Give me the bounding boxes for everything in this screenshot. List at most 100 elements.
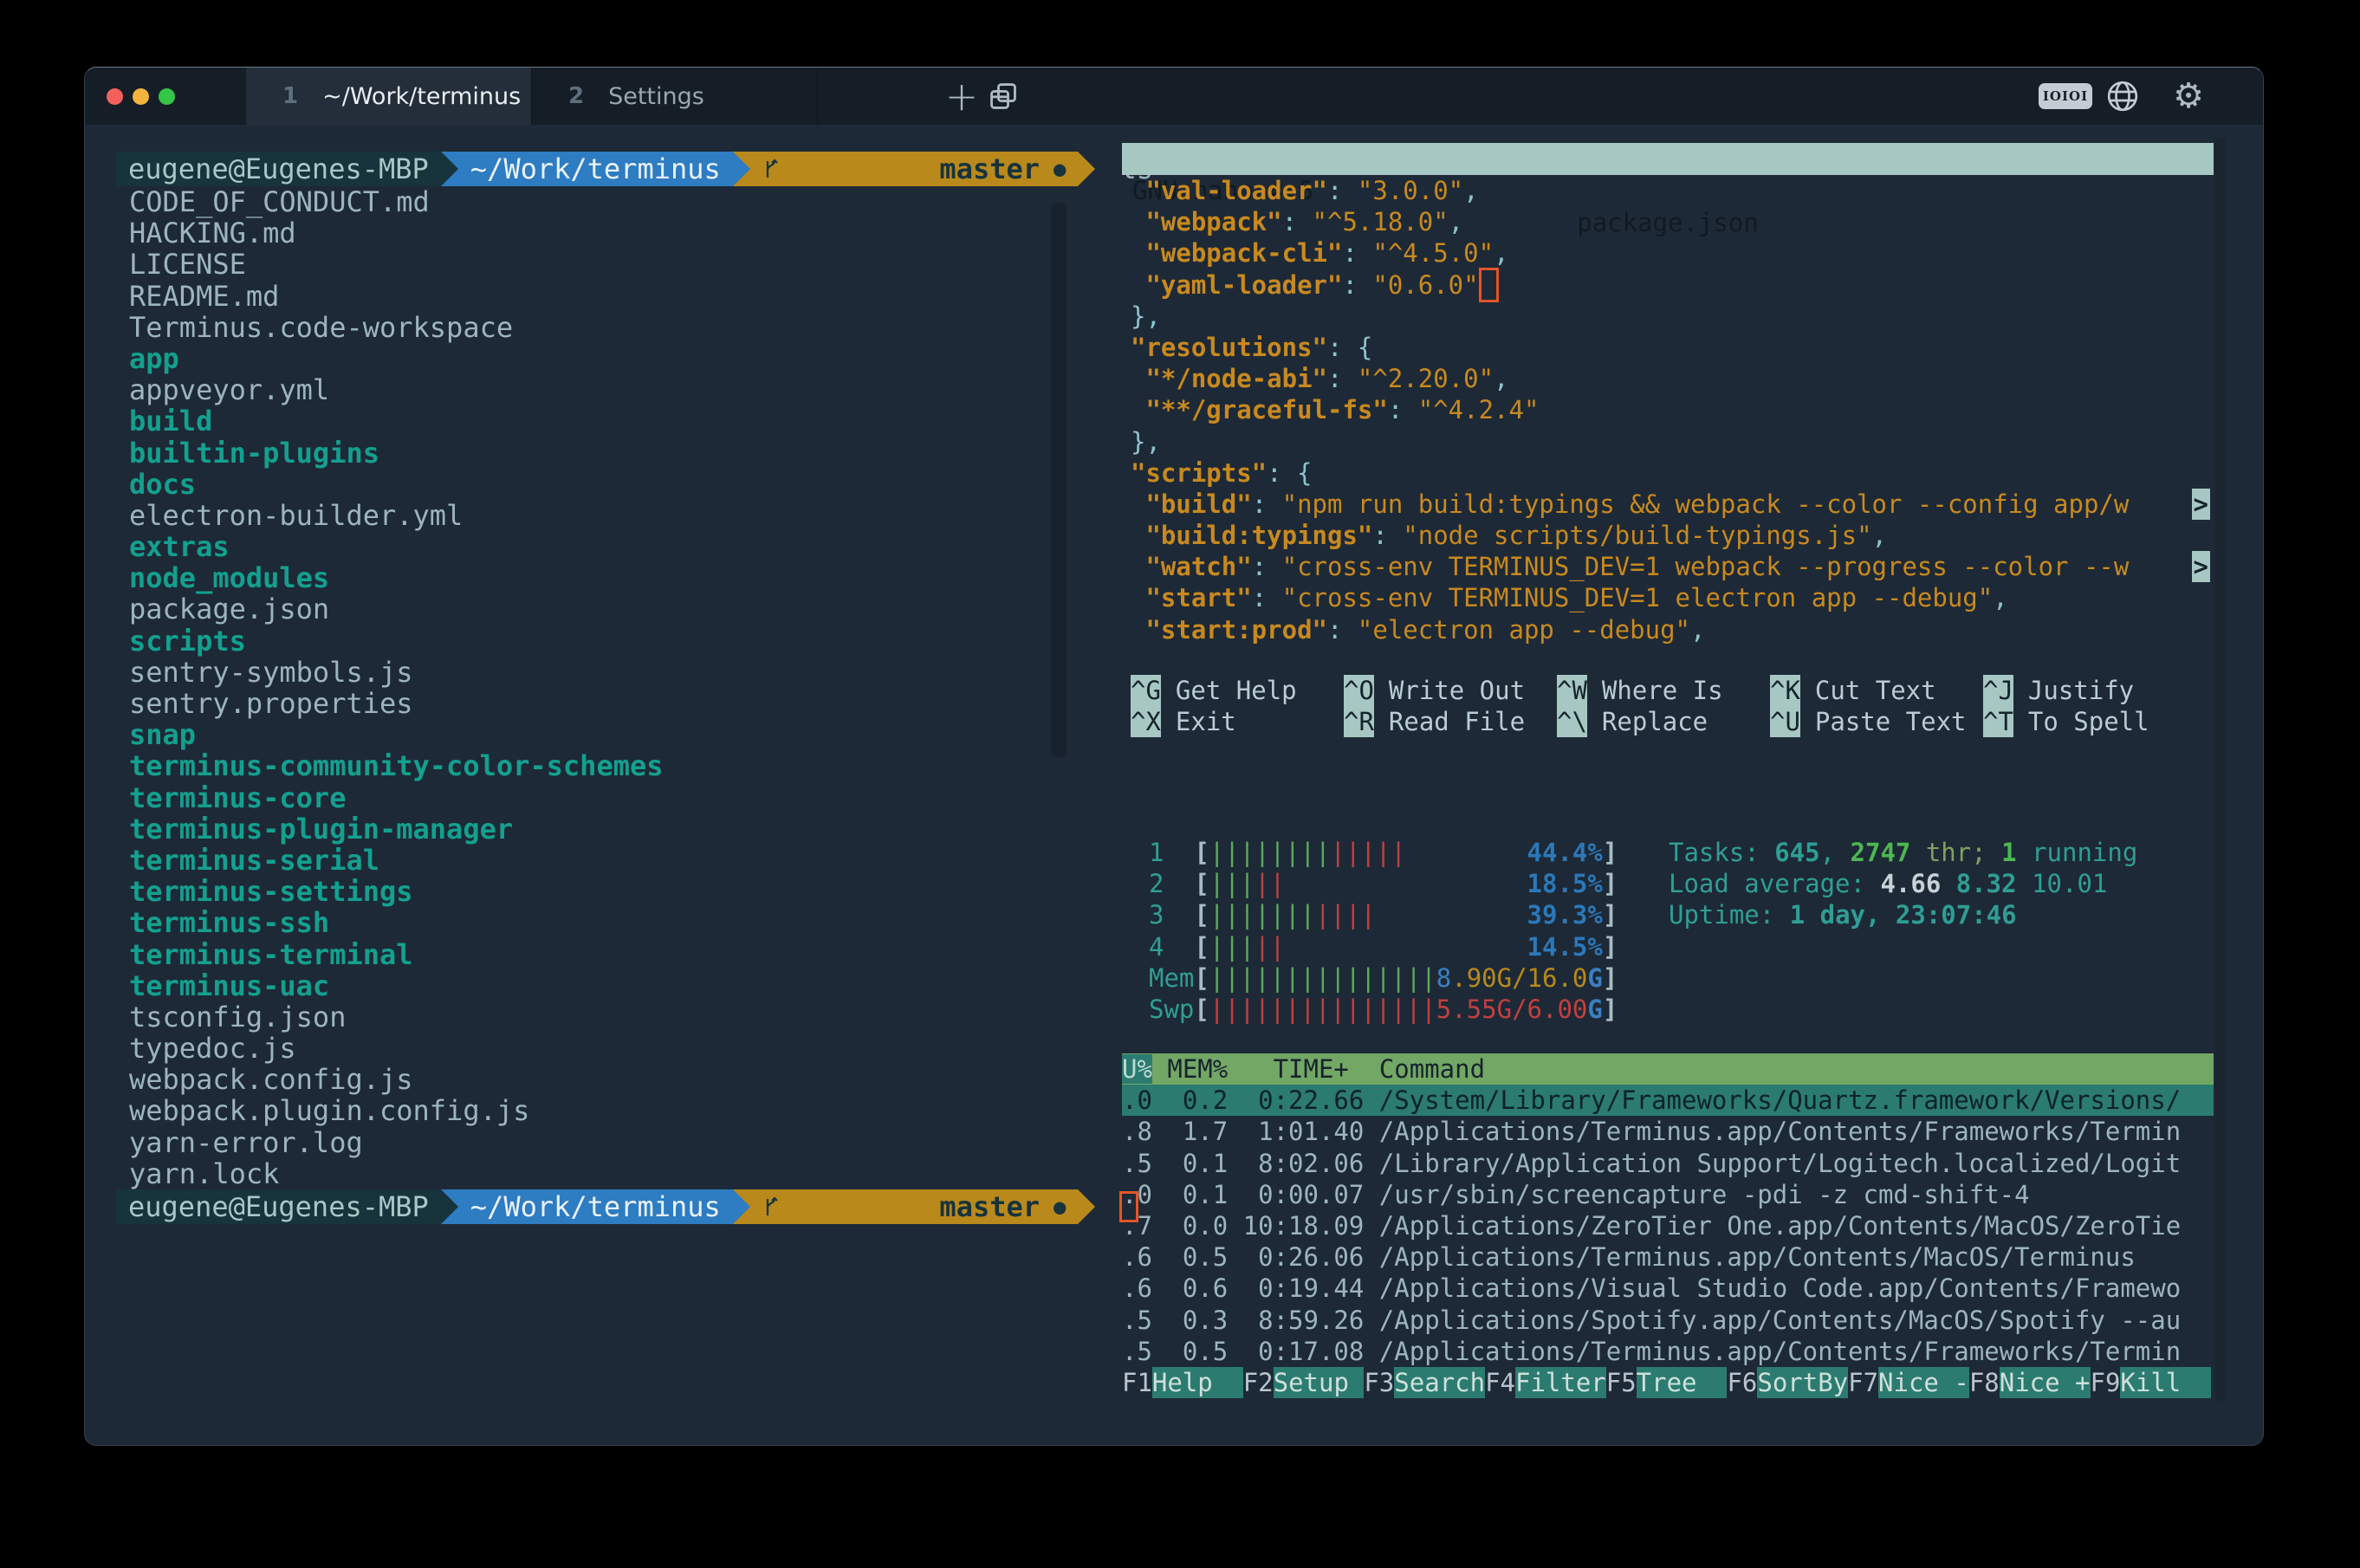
ls-entry: yarn.lock [129, 1158, 664, 1189]
ls-entry: terminus-community-color-schemes [129, 750, 664, 781]
shortcut-label: Write Out [1389, 675, 1525, 706]
process-row[interactable]: .6 0.5 0:26.06 /Applications/Terminus.ap… [1122, 1241, 2214, 1273]
prompt-user-host: eugene@Eugenes-MBP [116, 152, 441, 186]
htop-fkey[interactable]: F8 Nice + [1969, 1367, 2091, 1398]
htop-fkey[interactable]: F2 Setup [1243, 1367, 1365, 1398]
sort-column-header[interactable]: U% [1122, 1054, 1152, 1084]
ls-entry: terminus-serial [129, 845, 664, 876]
process-row[interactable]: .5 0.3 8:59.26 /Applications/Spotify.app… [1122, 1305, 2214, 1336]
htop-fkey[interactable]: F5 Tree [1606, 1367, 1728, 1398]
htop-fkey[interactable]: F7 Nice - [1848, 1367, 1969, 1398]
fkey-label: Setup [1274, 1367, 1365, 1398]
nano-shortcut[interactable]: ^G Get Help [1131, 675, 1344, 706]
ls-entry: appveyor.yml [129, 374, 664, 405]
prompt-user-host: eugene@Eugenes-MBP [116, 1189, 441, 1224]
nano-shortcut[interactable]: ^O Write Out [1344, 675, 1557, 706]
zoom-button[interactable] [159, 88, 175, 105]
htop-fkey[interactable]: F1 Help [1122, 1367, 1243, 1398]
tab-title: Settings [608, 83, 704, 110]
ls-entry: docs [129, 469, 664, 500]
close-button[interactable] [107, 88, 123, 105]
minimize-button[interactable] [133, 88, 149, 105]
ls-entry: electron-builder.yml [129, 500, 664, 531]
process-row[interactable]: .7 0.0 10:18.09 /Applications/ZeroTier O… [1122, 1210, 2214, 1241]
tab[interactable]: 1 ~/Work/terminus [246, 68, 532, 125]
ls-entry: build [129, 405, 664, 437]
ls-entry: snap [129, 719, 664, 750]
htop-fkey[interactable]: F4 Filter [1485, 1367, 1606, 1398]
shortcut-key: ^K [1770, 675, 1800, 706]
nano-shortcut[interactable]: ^U Paste Text [1770, 706, 1983, 737]
shell-prompt: eugene@Eugenes-MBP ~/Work/terminus maste… [116, 152, 1153, 186]
shortcut-label: Paste Text [1815, 706, 1967, 737]
ls-entry: sentry-symbols.js [129, 657, 664, 688]
fkey-label: Help [1152, 1367, 1243, 1398]
nano-shortcut[interactable]: ^R Read File [1344, 706, 1557, 737]
nano-shortcut[interactable]: ^T To Spell [1983, 706, 2196, 737]
fkey-number: F2 [1243, 1367, 1274, 1398]
process-row[interactable]: .0 0.1 0:00.07 /usr/sbin/screencapture -… [1122, 1179, 2214, 1210]
serial-port-button[interactable]: IOIOI [2039, 83, 2092, 109]
ls-entry: terminus-terminal [129, 939, 664, 970]
process-row[interactable]: .0 0.2 0:22.66 /System/Library/Framework… [1122, 1085, 2214, 1116]
htop-fkey[interactable]: F3 Search [1364, 1367, 1485, 1398]
shortcut-key: ^X [1131, 706, 1161, 737]
web-button[interactable] [2104, 77, 2142, 115]
nano-shortcut[interactable]: ^X Exit [1131, 706, 1344, 737]
ls-entry: scripts [129, 625, 664, 657]
nano-shortcut-bar: ^G Get Help ^O Write Out ^W Where Is [1131, 675, 2196, 737]
htop-fkey[interactable]: F6 SortBy [1727, 1367, 1848, 1398]
powerline-chevron [1078, 1189, 1095, 1224]
fkey-number: F3 [1364, 1367, 1394, 1398]
fkey-label: Search [1394, 1367, 1485, 1398]
nano-shortcut[interactable]: ^\ Replace [1557, 706, 1770, 737]
shortcut-key: ^T [1983, 706, 2013, 737]
ls-entry: yarn-error.log [129, 1127, 664, 1158]
nano-shortcut[interactable]: ^K Cut Text [1770, 675, 1983, 706]
process-row[interactable]: .5 0.5 0:17.08 /Applications/Terminus.ap… [1122, 1336, 2214, 1367]
prompt-path: ~/Work/terminus [458, 152, 733, 186]
fkey-number: F9 [2091, 1367, 2121, 1398]
prompt-git-segment: master● [750, 1189, 1079, 1224]
ls-entry: Terminus.code-workspace [129, 312, 664, 343]
process-row[interactable]: .6 0.6 0:19.44 /Applications/Visual Stud… [1122, 1273, 2214, 1304]
shortcut-label: Justify [2028, 675, 2134, 706]
ls-entry: LICENSE [129, 249, 664, 280]
htop-fkey[interactable]: F9 Kill [2091, 1367, 2212, 1398]
ls-entry: HACKING.md [129, 217, 664, 249]
shortcut-label: Cut Text [1815, 675, 1936, 706]
plus-icon: + [945, 73, 979, 120]
globe-icon [2105, 79, 2140, 113]
terminus-window: 1 ~/Work/terminus 2 Settings + [84, 67, 2264, 1446]
new-tab-button[interactable]: + [943, 77, 981, 115]
process-row[interactable]: .8 1.7 1:01.40 /Applications/Terminus.ap… [1122, 1116, 2214, 1147]
git-branch-name: master [939, 1190, 1040, 1223]
left-terminal-pane[interactable]: eugene@Eugenes-MBP ~/Work/terminus maste… [116, 125, 1121, 1424]
process-row[interactable]: .5 0.1 8:02.06 /Library/Application Supp… [1122, 1148, 2214, 1179]
ls-entry: builtin-plugins [129, 437, 664, 469]
ls-entry: terminus-uac [129, 970, 664, 1001]
right-pane-scrollbar[interactable] [2215, 137, 2226, 1402]
shortcut-key: ^G [1131, 675, 1161, 706]
ls-entry: terminus-plugin-manager [129, 813, 664, 845]
tab-number: 1 [282, 83, 298, 109]
shortcut-label: Exit [1176, 706, 1236, 737]
ls-entry: package.json [129, 593, 664, 625]
split-tabs-button[interactable] [984, 77, 1022, 115]
prompt-git-segment: master● [750, 152, 1079, 186]
gear-icon: ⚙ [2173, 76, 2204, 116]
process-table-header[interactable]: U% MEM% TIME+ Command [1122, 1053, 2214, 1085]
nano-shortcut[interactable]: ^W Where Is [1557, 675, 1770, 706]
ls-entry: typedoc.js [129, 1033, 664, 1064]
powerline-chevron [733, 1189, 750, 1224]
git-dirty-dot: ● [1054, 157, 1066, 181]
ls-entry: terminus-core [129, 782, 664, 813]
htop-cpu-memory-meters: 1 [||||||||||||| 44.4%]2 [||||| 18.5%]3 … [1149, 837, 1618, 1025]
htop-function-key-bar: F1 Help F2 Setup F3 Search F4 Filter [1122, 1367, 2211, 1398]
shortcut-key: ^J [1983, 675, 2013, 706]
settings-button[interactable]: ⚙ [2169, 77, 2208, 115]
ls-entry: node_modules [129, 562, 664, 593]
nano-shortcut[interactable]: ^J Justify [1983, 675, 2196, 706]
right-terminal-pane[interactable]: GNU nano 4.5 package.json "val-loader": … [1122, 125, 2214, 1445]
left-pane-scrollbar[interactable] [1051, 203, 1067, 757]
